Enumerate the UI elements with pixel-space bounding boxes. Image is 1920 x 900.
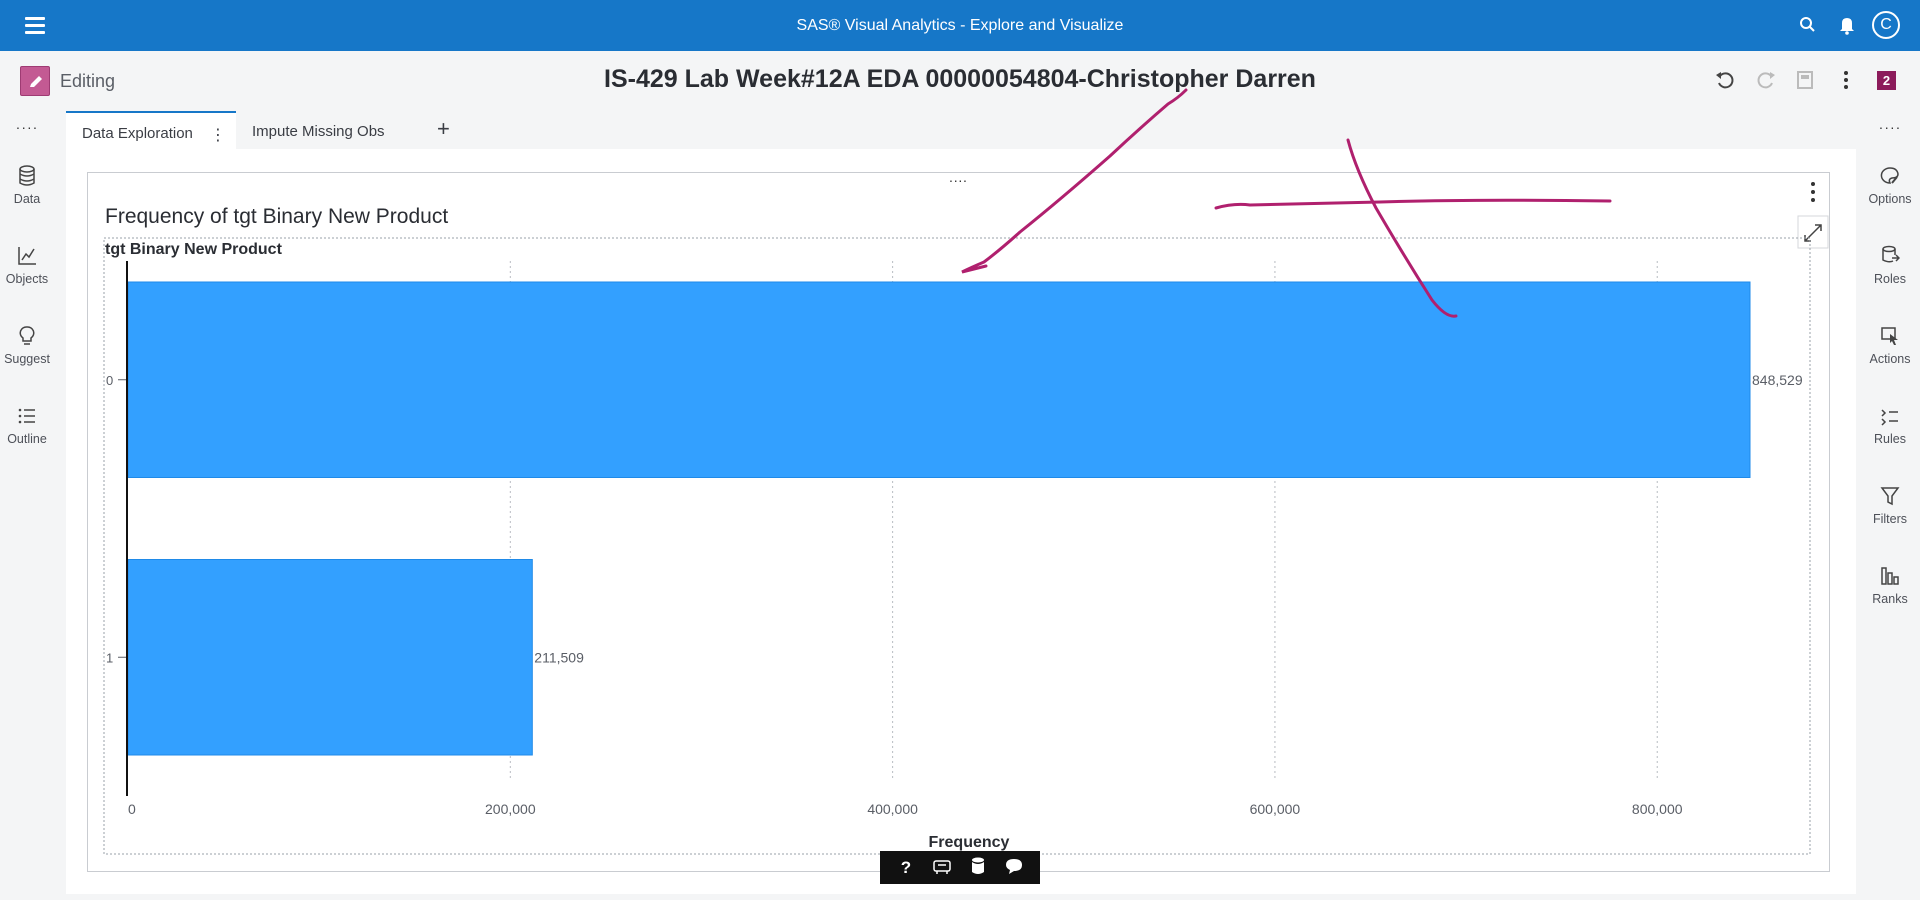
search-icon[interactable]: [1795, 12, 1821, 38]
tab-label: Impute Missing Obs: [252, 123, 385, 140]
help-icon[interactable]: ?: [894, 856, 918, 880]
notification-badge[interactable]: 2: [1877, 71, 1896, 90]
bar[interactable]: [127, 559, 533, 756]
y-axis-label: tgt Binary New Product: [105, 241, 283, 258]
data-label: 211,509: [534, 649, 584, 665]
drag-handle-icon[interactable]: ····: [949, 172, 968, 188]
right-sidebar: ···· Options Roles Actions Rules Filters: [1860, 107, 1920, 900]
collapse-handle-icon[interactable]: ····: [0, 120, 54, 134]
sidebar-item-label: Rules: [1874, 432, 1906, 446]
sidebar-item-ranks[interactable]: Ranks: [1860, 565, 1920, 625]
sidebar-item-options[interactable]: Options: [1860, 165, 1920, 225]
undo-icon[interactable]: [1712, 67, 1738, 93]
sidebar-item-label: Objects: [5, 272, 49, 286]
sidebar-item-outline[interactable]: Outline: [0, 405, 54, 465]
app-bar: SAS® Visual Analytics - Explore and Visu…: [0, 0, 1920, 51]
tab-label: Data Exploration: [82, 125, 193, 142]
x-tick-label: 800,000: [1632, 801, 1683, 817]
sidebar-item-roles[interactable]: Roles: [1860, 245, 1920, 305]
sidebar-item-data[interactable]: Data: [0, 165, 54, 225]
y-tick-label: 0: [106, 373, 113, 388]
rules-icon: [1881, 409, 1898, 426]
save-icon[interactable]: [1792, 67, 1818, 93]
sidebar-item-label: Roles: [1874, 272, 1906, 286]
sidebar-item-actions[interactable]: Actions: [1860, 325, 1920, 385]
database-icon: [19, 165, 35, 186]
more-options-icon[interactable]: [1833, 67, 1859, 93]
collapse-handle-icon[interactable]: ····: [1860, 120, 1920, 134]
sidebar-item-label: Data: [13, 192, 41, 206]
sidebar-item-label: Suggest: [4, 352, 50, 366]
sidebar-item-label: Actions: [1869, 352, 1911, 366]
lightbulb-icon: [19, 326, 35, 345]
line-chart-icon: [18, 247, 36, 265]
left-sidebar: ···· Data Objects Suggest Outline: [0, 107, 54, 900]
sidebar-item-suggest[interactable]: Suggest: [0, 325, 54, 385]
accessibility-icon[interactable]: [930, 856, 954, 880]
sidebar-item-label: Outline: [7, 432, 47, 446]
page-tabs: Data Exploration ⋮ Impute Missing Obs +: [66, 107, 1856, 149]
add-page-icon[interactable]: +: [437, 111, 467, 149]
sidebar-item-filters[interactable]: Filters: [1860, 485, 1920, 545]
x-tick-label: 400,000: [867, 801, 918, 817]
list-icon: [18, 408, 35, 424]
bar-chart-object[interactable]: [87, 172, 1830, 872]
sidebar-item-objects[interactable]: Objects: [0, 245, 54, 305]
sidebar-item-rules[interactable]: Rules: [1860, 405, 1920, 465]
x-tick-label: 0: [128, 801, 136, 817]
comment-icon[interactable]: [1002, 856, 1026, 880]
x-axis-label: Frequency: [929, 834, 1010, 851]
bottom-toolbar: ?: [880, 851, 1040, 884]
palette-icon: [1880, 167, 1899, 184]
y-tick-label: 1: [106, 650, 113, 665]
data-icon[interactable]: [966, 856, 990, 880]
redo-icon[interactable]: [1753, 67, 1779, 93]
roles-icon: [1882, 245, 1900, 263]
cursor-icon: [1881, 327, 1898, 345]
tab-impute-missing-obs[interactable]: Impute Missing Obs: [252, 111, 412, 149]
user-avatar[interactable]: C: [1872, 11, 1900, 39]
notification-bell-icon[interactable]: [1834, 12, 1860, 38]
object-menu-icon[interactable]: [1811, 182, 1815, 202]
filter-icon: [1880, 487, 1900, 506]
sidebar-item-label: Ranks: [1872, 592, 1908, 606]
sidebar-item-label: Options: [1868, 192, 1912, 206]
ranks-icon: [1881, 567, 1899, 585]
chart-title: Frequency of tgt Binary New Product: [105, 205, 448, 228]
data-label: 848,529: [1752, 372, 1803, 388]
sidebar-item-label: Filters: [1872, 512, 1908, 526]
maximize-icon[interactable]: [1797, 215, 1829, 249]
bar[interactable]: [127, 281, 1751, 478]
tab-data-exploration[interactable]: Data Exploration ⋮: [66, 111, 236, 149]
app-title: SAS® Visual Analytics - Explore and Visu…: [796, 17, 1124, 34]
tab-menu-icon[interactable]: ⋮: [210, 125, 226, 145]
report-header: Editing IS-429 Lab Week#12A EDA 00000054…: [0, 51, 1920, 107]
report-title: IS-429 Lab Week#12A EDA 00000054804-Chri…: [604, 65, 1316, 93]
x-tick-label: 600,000: [1250, 801, 1301, 817]
x-tick-label: 200,000: [485, 801, 536, 817]
